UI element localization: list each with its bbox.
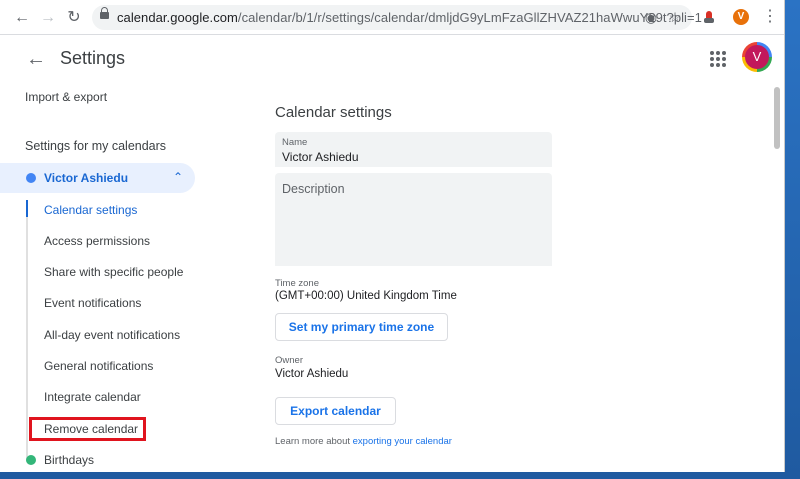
calendar-color-dot [26, 173, 36, 183]
reload-icon[interactable]: ↻ [64, 8, 84, 28]
avatar-initial: V [745, 45, 769, 69]
forward-icon[interactable]: → [38, 8, 58, 28]
set-primary-timezone-button[interactable]: Set my primary time zone [275, 313, 448, 341]
calendar-settings-panel: Calendar settings Name Victor Ashiedu De… [205, 83, 770, 472]
browser-window: ← → ↻ calendar.google.com/calendar/b/1/r… [0, 0, 785, 472]
back-arrow-icon[interactable]: ← [24, 47, 48, 71]
name-value[interactable]: Victor Ashiedu [282, 150, 359, 164]
remove-calendar-highlight [29, 417, 146, 441]
sidebar-item-event-notifications[interactable]: Event notifications [44, 296, 141, 310]
description-placeholder: Description [282, 182, 345, 196]
lock-icon [100, 7, 109, 19]
description-field[interactable]: Description [275, 173, 552, 266]
owner-label: Owner [275, 355, 303, 366]
desktop-background [785, 0, 800, 479]
name-field[interactable]: Name Victor Ashiedu [275, 132, 552, 167]
extension-icon[interactable] [704, 11, 714, 23]
sidebar-heading-my-calendars: Settings for my calendars [25, 139, 167, 153]
chevron-up-icon[interactable]: ⌃ [173, 170, 183, 184]
sidebar-item-integrate-calendar[interactable]: Integrate calendar [44, 390, 141, 404]
birthdays-color-dot [26, 455, 36, 465]
back-icon[interactable]: ← [12, 8, 32, 28]
sidebar-calendar-birthdays[interactable]: Birthdays [44, 453, 94, 467]
address-bar[interactable]: calendar.google.com/calendar/b/1/r/setti… [92, 5, 702, 30]
calendar-name: Victor Ashiedu [44, 171, 129, 185]
export-calendar-button[interactable]: Export calendar [275, 397, 396, 425]
browser-menu-icon[interactable]: ⋮ [762, 8, 778, 26]
scroll-thumb[interactable] [774, 87, 780, 149]
settings-sidebar: Import & export Settings for my calendar… [0, 83, 205, 472]
sidebar-item-import-export[interactable]: Import & export [25, 90, 107, 104]
exporting-calendar-link[interactable]: exporting your calendar [353, 436, 452, 447]
submenu-active-indicator [26, 200, 28, 217]
apps-grid-icon[interactable] [710, 51, 726, 67]
browser-profile-avatar[interactable]: V [733, 9, 749, 25]
sidebar-item-calendar-settings[interactable]: Calendar settings [44, 203, 137, 217]
submenu-line [26, 200, 28, 461]
sidebar-item-general-notifications[interactable]: General notifications [44, 359, 153, 373]
browser-toolbar: ← → ↻ calendar.google.com/calendar/b/1/r… [0, 0, 784, 35]
sidebar-item-all-day-notifications[interactable]: All-day event notifications [44, 328, 180, 342]
star-icon[interactable]: ☆ [667, 9, 683, 25]
name-label: Name [282, 137, 308, 148]
page-title: Settings [60, 48, 126, 68]
section-title: Calendar settings [275, 104, 392, 121]
url-text[interactable]: calendar.google.com/calendar/b/1/r/setti… [117, 10, 702, 25]
sidebar-item-access-permissions[interactable]: Access permissions [44, 234, 150, 248]
eye-icon[interactable]: ◉ [643, 9, 659, 25]
account-avatar[interactable]: V [742, 42, 772, 72]
timezone-value: (GMT+00:00) United Kingdom Time [275, 290, 457, 302]
learn-more-text: Learn more about exporting your calendar [275, 436, 452, 447]
sidebar-calendar-victor[interactable]: Victor Ashiedu ⌃ [0, 163, 195, 193]
page-scrollbar[interactable] [770, 83, 784, 472]
timezone-label: Time zone [275, 278, 319, 289]
sidebar-item-share-specific-people[interactable]: Share with specific people [44, 265, 183, 279]
desktop-background-bottom [0, 472, 800, 479]
app-header: ← Settings V [0, 35, 784, 83]
owner-value: Victor Ashiedu [275, 368, 349, 380]
